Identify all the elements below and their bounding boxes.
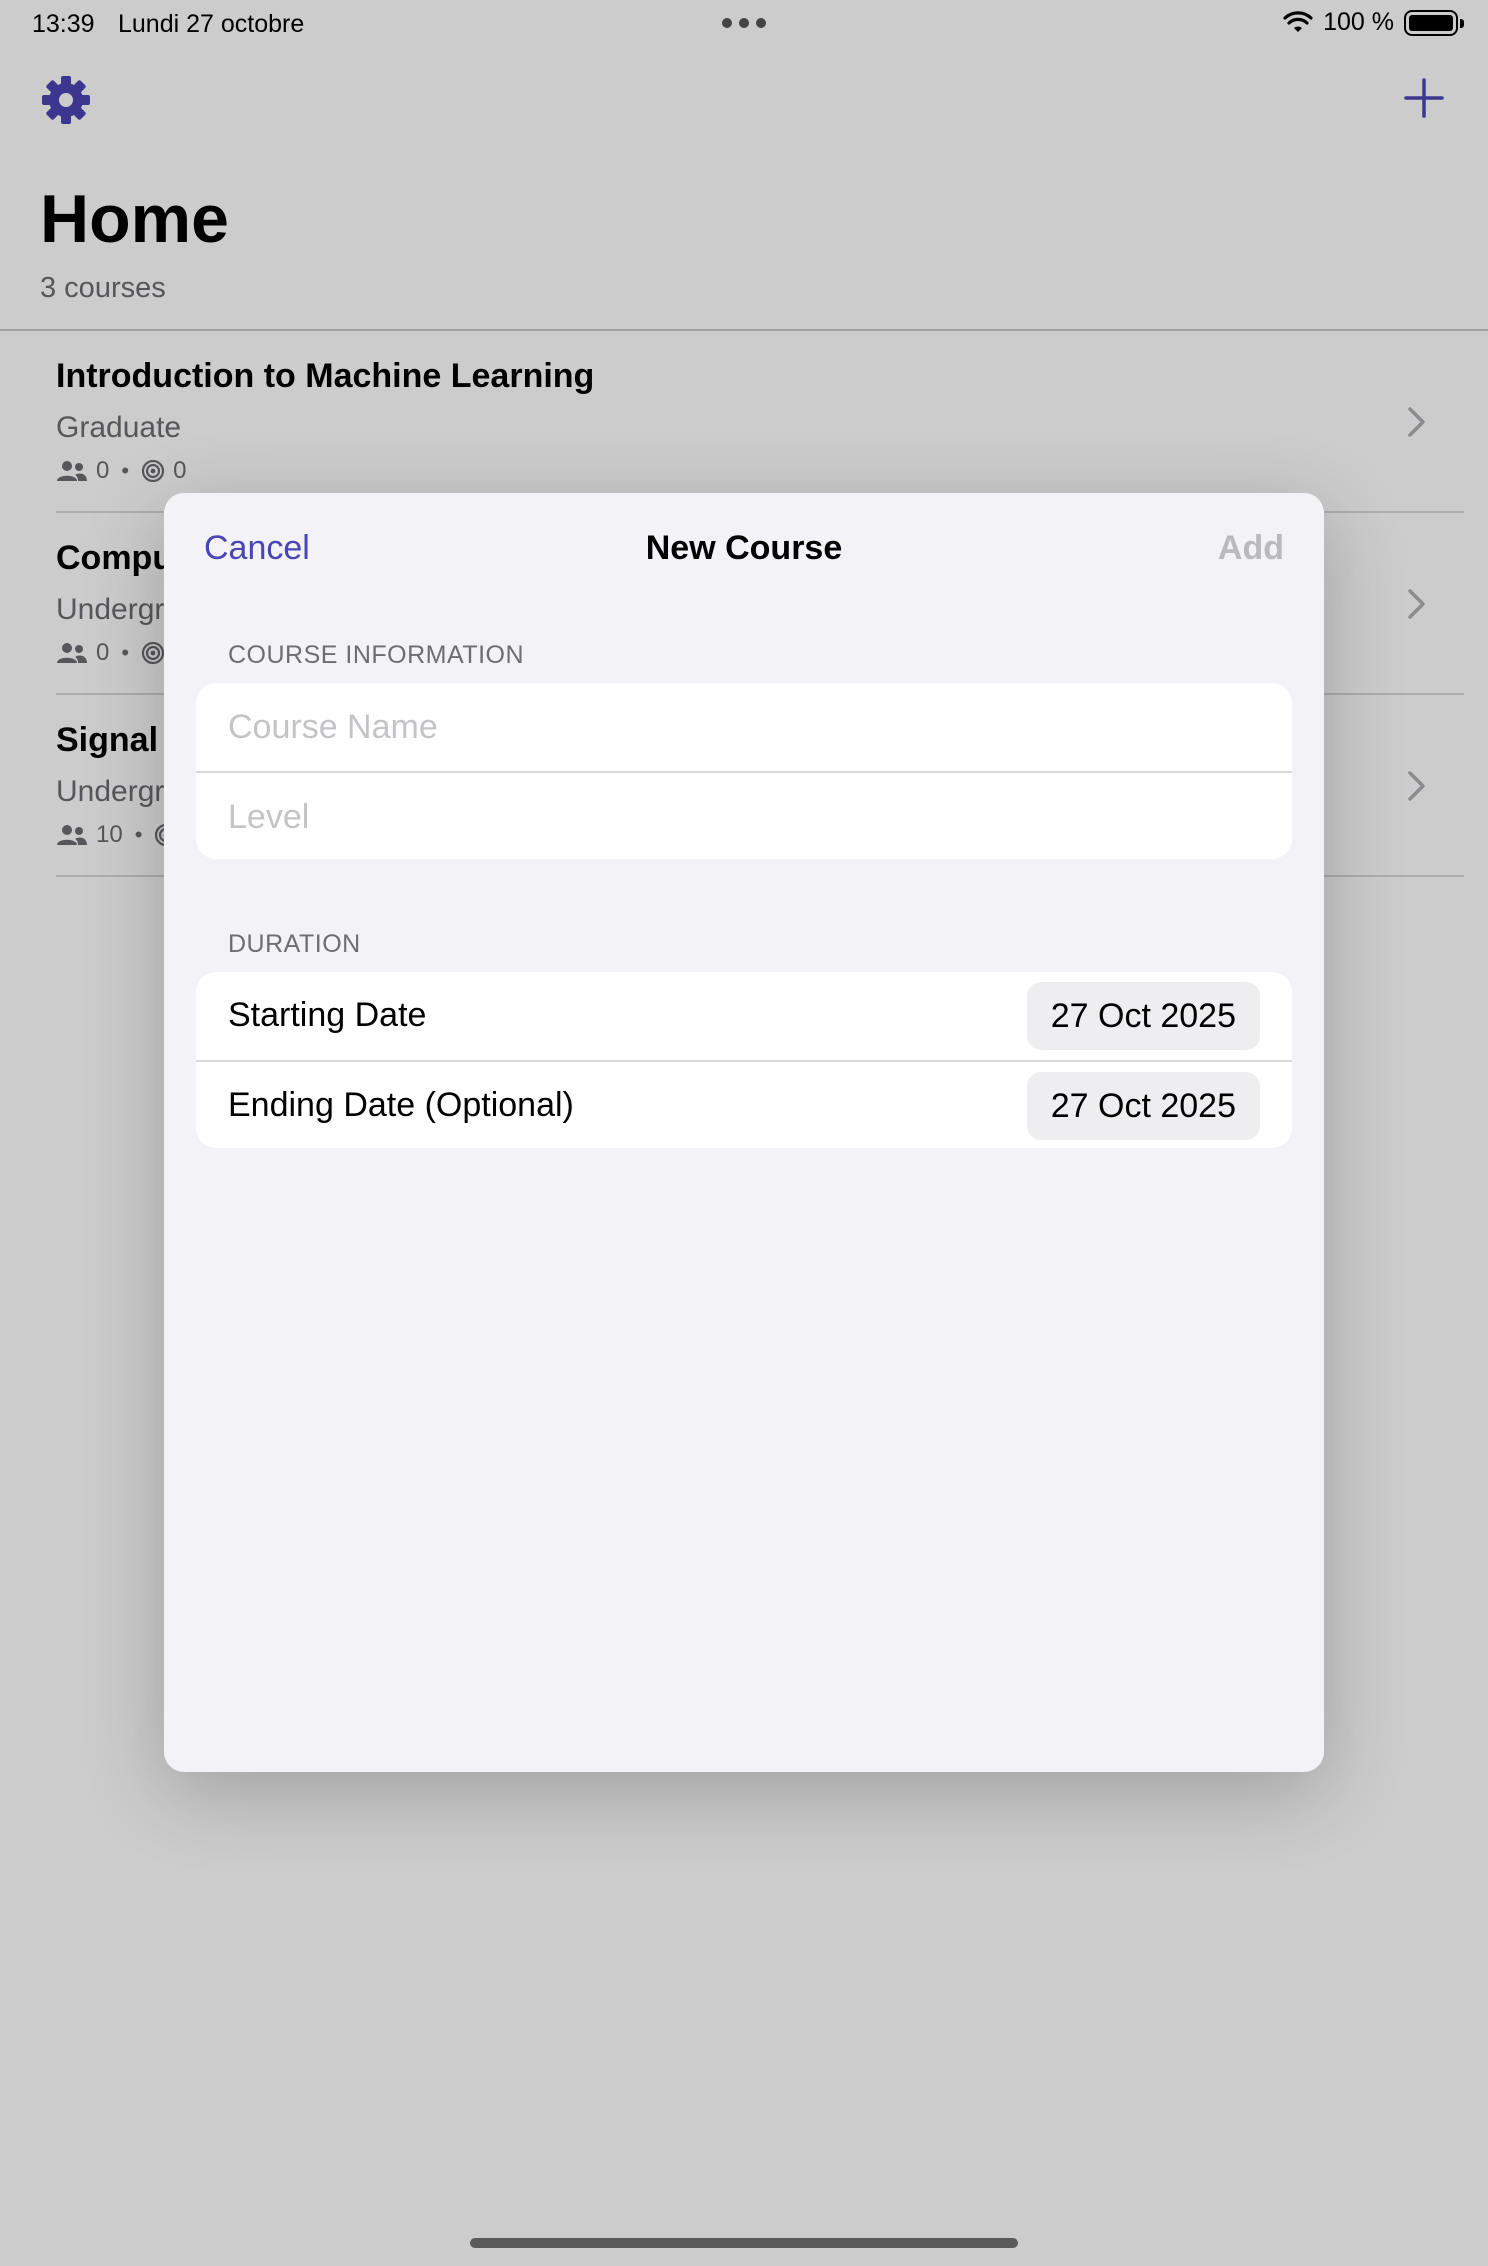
home-screen: 13:39 Lundi 27 octobre 100 % Home 3 cour… [0, 0, 1488, 2266]
course-name-row [196, 683, 1292, 771]
new-course-sheet: Cancel New Course Add COURSE INFORMATION… [164, 493, 1324, 1772]
level-row [196, 771, 1292, 859]
home-indicator[interactable] [470, 2238, 1018, 2248]
course-information-group [196, 683, 1292, 859]
starting-date-picker[interactable]: 27 Oct 2025 [1026, 982, 1260, 1050]
sheet-title: New Course [645, 529, 843, 567]
course-name-field[interactable] [228, 683, 1260, 771]
section-header-course-information: COURSE INFORMATION [228, 641, 525, 669]
duration-group: Starting Date 27 Oct 2025 Ending Date (O… [196, 972, 1292, 1148]
section-header-duration: DURATION [228, 930, 361, 958]
level-field[interactable] [228, 773, 1260, 859]
starting-date-row: Starting Date 27 Oct 2025 [196, 972, 1292, 1060]
ending-date-picker[interactable]: 27 Oct 2025 [1026, 1072, 1260, 1140]
ending-date-label: Ending Date (Optional) [228, 1086, 574, 1124]
ending-date-row: Ending Date (Optional) 27 Oct 2025 [196, 1060, 1292, 1148]
cancel-button[interactable]: Cancel [204, 529, 310, 568]
starting-date-label: Starting Date [228, 996, 427, 1034]
add-button[interactable]: Add [1218, 529, 1284, 568]
